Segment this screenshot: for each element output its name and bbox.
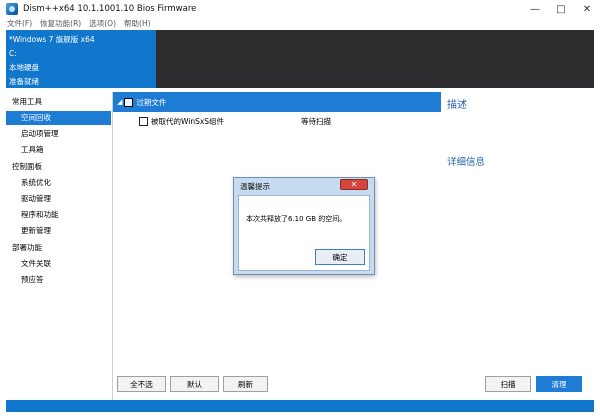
menu-file[interactable]: 文件(F) [7, 18, 32, 29]
category-header-expired-files[interactable]: ◢ 过期文件 [113, 92, 441, 112]
sidebar-item-toolbox[interactable]: 工具箱 [6, 143, 111, 157]
message-dialog: 温馨提示 ✕ 本次共释放了6.10 GB 的空间。 确定 [233, 177, 375, 275]
close-button[interactable]: ✕ [578, 2, 596, 16]
sidebar-item-driver-manager[interactable]: 驱动管理 [6, 192, 111, 206]
collapse-arrow-icon[interactable]: ◢ [117, 98, 122, 106]
sidebar-item-programs[interactable]: 程序和功能 [6, 208, 111, 222]
sidebar-item-system-optimize[interactable]: 系统优化 [6, 176, 111, 190]
sidebar-group-deployment: 部署功能 [12, 243, 42, 252]
scan-button[interactable]: 扫描 [485, 376, 531, 392]
sidebar-item-startup-manager[interactable]: 启动项管理 [6, 127, 111, 141]
deselect-all-button[interactable]: 全不选 [117, 376, 166, 392]
dialog-close-button[interactable]: ✕ [340, 179, 368, 190]
menu-options[interactable]: 选项(O) [89, 18, 116, 29]
title-bar[interactable]: Dism++x64 10.1.1001.10 Bios Firmware — □… [0, 0, 600, 18]
category-label: 过期文件 [136, 97, 167, 107]
sidebar-nav: 常用工具 空间回收 启动项管理 工具箱 控制面板 系统优化 驱动管理 程序和功能… [6, 92, 111, 400]
details-title: 详细信息 [447, 157, 486, 168]
clean-button[interactable]: 清理 [536, 376, 582, 392]
sidebar-group-control-panel: 控制面板 [12, 162, 42, 171]
menu-restore[interactable]: 恢复功能(R) [40, 18, 81, 29]
dialog-message: 本次共释放了6.10 GB 的空间。 [246, 215, 347, 223]
item-status: 等待扫描 [301, 117, 331, 126]
menu-bar: 文件(F) 恢复功能(R) 选项(O) 帮助(H) [0, 18, 600, 29]
menu-help[interactable]: 帮助(H) [124, 18, 151, 29]
window-title: Dism++x64 10.1.1001.10 Bios Firmware [23, 4, 197, 14]
os-status: 准备就绪 [9, 77, 39, 86]
sidebar-item-answer-file[interactable]: 预应答 [6, 273, 111, 287]
os-drive: C: [9, 49, 17, 58]
minimize-button[interactable]: — [526, 2, 544, 16]
os-disk-type: 本地硬盘 [9, 63, 39, 72]
window-controls: — □ ✕ [526, 2, 596, 16]
dialog-title: 温馨提示 [240, 182, 270, 191]
item-label: 被取代的WinSxS组件 [151, 117, 225, 126]
app-logo-icon [6, 3, 18, 15]
description-title: 描述 [447, 100, 467, 111]
dialog-ok-button[interactable]: 确定 [315, 249, 365, 265]
item-checkbox[interactable] [139, 117, 148, 126]
default-button[interactable]: 默认 [170, 376, 219, 392]
system-list-area [156, 30, 594, 88]
sidebar-item-file-association[interactable]: 文件关联 [6, 257, 111, 271]
maximize-button[interactable]: □ [552, 2, 570, 16]
category-checkbox[interactable] [124, 97, 134, 107]
app-window: Dism++x64 10.1.1001.10 Bios Firmware — □… [0, 0, 600, 420]
sidebar-item-update-manager[interactable]: 更新管理 [6, 224, 111, 238]
status-bar [6, 400, 594, 412]
dialog-body: 本次共释放了6.10 GB 的空间。 确定 [238, 195, 370, 271]
refresh-button[interactable]: 刷新 [223, 376, 268, 392]
list-item[interactable]: 被取代的WinSxS组件 等待扫描 [139, 116, 331, 127]
os-name: *Windows 7 旗舰版 x64 [9, 35, 95, 44]
system-selector[interactable]: *Windows 7 旗舰版 x64 C: 本地硬盘 准备就绪 [6, 30, 156, 88]
sidebar-group-common-tools: 常用工具 [12, 97, 42, 106]
sidebar-item-space-recovery[interactable]: 空间回收 [6, 111, 111, 125]
